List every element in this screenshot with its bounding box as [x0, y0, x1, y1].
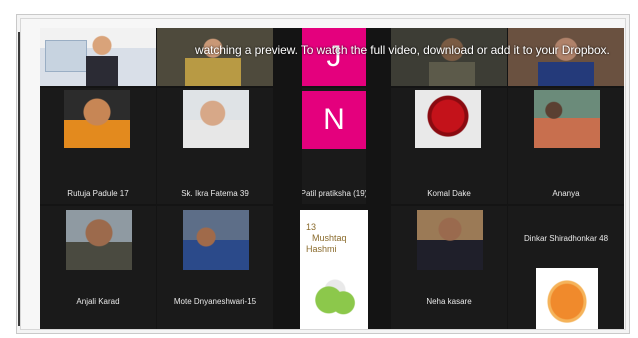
- participant-name: Neha kasare: [426, 297, 472, 306]
- logo-image: [536, 268, 598, 329]
- video-tile-rutuja[interactable]: Rutuja Padule 17: [40, 88, 156, 204]
- participant-photo: [417, 210, 483, 270]
- video-tile-ananya[interactable]: Ananya: [508, 88, 624, 204]
- video-tile-2[interactable]: [157, 28, 273, 86]
- presenter-avatar: [86, 34, 118, 86]
- participant-name: Mote Dnyaneshwari-15: [173, 297, 257, 306]
- ganesha-illustration: [308, 268, 360, 326]
- video-tile-anjali[interactable]: Anjali Karad: [40, 206, 156, 329]
- video-tile-pratiksha[interactable]: N Patil pratiksha (19): [302, 88, 366, 204]
- video-tile-komal[interactable]: Komal Dake: [391, 88, 507, 204]
- participant-avatar: [429, 34, 475, 86]
- preview-banner: watching a preview. To watch the full vi…: [195, 43, 610, 57]
- participant-name: Patil pratiksha (19): [302, 189, 366, 198]
- video-tile-j[interactable]: J: [302, 28, 366, 86]
- participant-photo: [183, 90, 249, 148]
- slide-thumbnail: [45, 40, 87, 72]
- rose-image: [415, 90, 481, 148]
- video-tile-neha[interactable]: Neha kasare: [391, 206, 507, 329]
- video-tile-5[interactable]: [508, 28, 624, 86]
- participant-name: Rutuja Padule 17: [67, 189, 129, 198]
- participant-name: Dinkar Shiradhonkar 48: [523, 234, 609, 243]
- video-tile-presenter[interactable]: [40, 28, 156, 86]
- participant-name: Komal Dake: [427, 189, 471, 198]
- participant-avatar: [185, 32, 241, 86]
- participant-name: Sk. Ikra Fatema 39: [181, 189, 249, 198]
- card-line-1: 13: [306, 222, 317, 232]
- participant-photo: [66, 210, 132, 270]
- participant-photo: [183, 210, 249, 270]
- participant-photo: [64, 90, 130, 148]
- card-text: 13 Mushtaq Hashmi: [306, 222, 347, 255]
- video-tile-mote[interactable]: Mote Dnyaneshwari-15: [157, 206, 273, 329]
- video-tile-ikra[interactable]: Sk. Ikra Fatema 39: [157, 88, 273, 204]
- left-divider: [18, 32, 20, 326]
- participant-avatar: [538, 32, 594, 86]
- card-line-2: Mushtaq: [312, 233, 347, 243]
- participant-name: Ananya: [552, 189, 580, 198]
- initial-j: J: [302, 28, 366, 86]
- participant-photo: [534, 90, 600, 148]
- participant-name: Anjali Karad: [76, 297, 120, 306]
- video-tile-4[interactable]: [391, 28, 507, 86]
- initial-n: N: [302, 91, 366, 149]
- video-grid: watching a preview. To watch the full vi…: [40, 28, 624, 329]
- video-tile-mushtaq[interactable]: 13 Mushtaq Hashmi: [300, 210, 368, 329]
- card-line-3: Hashmi: [306, 244, 337, 254]
- video-tile-dinkar[interactable]: Dinkar Shiradhonkar 48: [508, 206, 624, 329]
